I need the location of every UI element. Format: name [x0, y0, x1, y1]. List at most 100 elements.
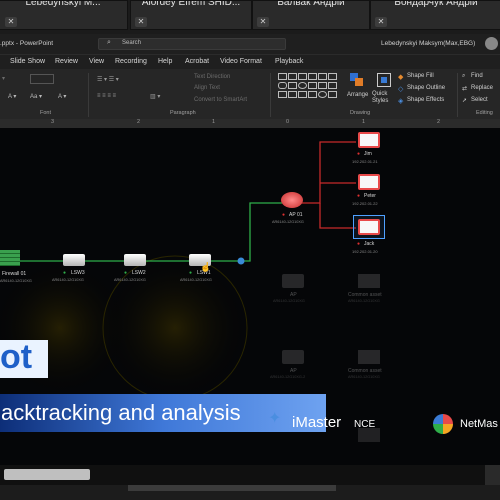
meeting-participant-strip: Lebedynskyi M... ✕ Alordey Efrem SHID...…	[0, 0, 500, 34]
replace-button[interactable]: Replace	[471, 85, 493, 91]
client-pc-icon	[358, 174, 380, 190]
find-icon[interactable]: ⌕	[462, 73, 465, 80]
netmaster-logo-text: NetMas	[460, 418, 498, 430]
tab-recording[interactable]: Recording	[115, 58, 147, 65]
switch-model: AR6140-12G10XG	[114, 278, 146, 282]
faded-node-sub: AR6140-12G10XG-2	[270, 375, 306, 379]
participant-tile[interactable]: Балвак Андрій ✕	[252, 0, 370, 30]
switch-icon	[124, 254, 146, 266]
arrange-button[interactable]: Arrange	[347, 92, 368, 98]
tab-playback[interactable]: Playback	[275, 58, 303, 65]
switch-name: LSW3	[71, 270, 85, 276]
slide-canvas[interactable]: ● Jim 192.202.01.21 ● Peter 192.202.01.2…	[0, 128, 500, 465]
select-icon[interactable]: ➚	[462, 97, 467, 104]
horizontal-scrollbar[interactable]	[0, 465, 500, 485]
shapes-gallery[interactable]	[278, 73, 340, 107]
participant-tile[interactable]: Alordey Efrem SHID... ✕	[130, 0, 252, 30]
text-direction-button[interactable]: Text Direction	[194, 74, 230, 80]
align-text-button[interactable]: Align Text	[194, 85, 220, 91]
quick-styles-icon[interactable]	[377, 73, 391, 87]
find-button[interactable]: Find	[471, 73, 483, 79]
participant-tile[interactable]: Lebedynskyi M... ✕	[0, 0, 128, 30]
status-bar	[0, 485, 500, 500]
ap-icon	[282, 350, 304, 364]
tab-video-format[interactable]: Video Format	[220, 58, 262, 65]
faded-node-sub: AR6140-12G10XG	[348, 299, 380, 303]
client-name: Jack	[364, 241, 375, 247]
search-placeholder: Search	[122, 40, 142, 46]
mouse-cursor-icon: ☝	[200, 262, 212, 272]
scroll-thumb[interactable]	[4, 469, 90, 480]
columns-icon[interactable]: ▥ ▾	[150, 93, 160, 100]
tab-review[interactable]: Review	[55, 58, 78, 65]
participant-tile[interactable]: Бондарчук Андрій ✕	[370, 0, 500, 30]
switch-name: LSW2	[132, 270, 146, 276]
arrange-icon[interactable]	[350, 73, 364, 89]
highlight-icon[interactable]: A ▾	[58, 93, 66, 100]
switch-model: AR6140-12G10XG	[180, 278, 212, 282]
client-name: Peter	[364, 193, 376, 199]
font-size-box[interactable]	[30, 74, 54, 84]
switch-icon	[63, 254, 85, 266]
selected-node-highlight[interactable]	[353, 215, 385, 239]
convert-smartart-button[interactable]: Convert to SmartArt	[194, 97, 247, 103]
ribbon-tabs: Slide Show Review View Recording Help Ac…	[0, 55, 500, 69]
font-color-icon[interactable]: A ▾	[8, 93, 16, 100]
mic-muted-icon: ✕	[5, 17, 17, 27]
participant-name: Балвак Андрій	[277, 0, 345, 8]
imaster-logo-text: iMaster	[292, 414, 342, 431]
align-icon[interactable]: ≡ ≡ ≡ ≡	[97, 93, 116, 99]
user-name: Lebedynskyi Maksym(Max,EBG)	[381, 40, 476, 47]
ribbon: ▾ A ▾ Aa ▾ A ▾ Font ☰ ▾ ☰ ▾ ≡ ≡ ≡ ≡ ▥ ▾ …	[0, 69, 500, 120]
font-size-dropdown[interactable]: ▾	[2, 75, 5, 82]
replace-icon[interactable]: ⇄	[462, 85, 467, 92]
participant-name: Бондарчук Андрій	[394, 0, 478, 8]
faded-node-sub: AR6140-12G10XG	[348, 375, 380, 379]
status-dot-icon: ●	[357, 241, 361, 247]
divider	[88, 73, 89, 117]
client-ip: 192.202.01.22	[352, 201, 378, 206]
select-button[interactable]: Select	[471, 97, 488, 103]
mic-muted-icon: ✕	[257, 17, 269, 27]
tab-slide-show[interactable]: Slide Show	[10, 58, 45, 65]
banner-title-text: acktracking and analysis	[1, 400, 241, 425]
shape-fill-button[interactable]: Shape Fill	[407, 73, 434, 79]
ruler-tick: 3	[51, 119, 55, 125]
banner-fragment: ot	[0, 338, 48, 378]
quick-styles-button[interactable]: Quick Styles	[372, 91, 398, 105]
ap-icon	[282, 274, 304, 288]
mic-muted-icon: ✕	[375, 17, 387, 27]
shape-fill-icon[interactable]: ◆	[398, 73, 403, 81]
client-ip: 192.202.01.21	[352, 159, 378, 164]
shape-outline-button[interactable]: Shape Outline	[407, 85, 445, 91]
asset-icon	[358, 428, 380, 442]
faded-node-sub: AR6140-12G10XG	[273, 299, 305, 303]
avatar[interactable]	[485, 37, 498, 50]
font-size-icon[interactable]: Aa ▾	[30, 93, 42, 100]
ruler-tick: 1	[362, 119, 366, 125]
tab-acrobat[interactable]: Acrobat	[185, 58, 209, 65]
tab-view[interactable]: View	[89, 58, 104, 65]
bullets-icon[interactable]: ☰ ▾ ☰ ▾	[97, 76, 119, 83]
firewall-name: Firewall 01	[2, 271, 27, 277]
status-bar-segment	[128, 485, 336, 491]
client-name: Jim	[364, 151, 372, 157]
divider	[270, 73, 271, 117]
vertical-scroll-arrow[interactable]	[485, 465, 500, 485]
shape-effects-button[interactable]: Shape Effects	[407, 97, 444, 103]
tab-help[interactable]: Help	[158, 58, 172, 65]
firewall-icon	[0, 250, 20, 266]
participant-name: Lebedynskyi M...	[25, 0, 101, 8]
faded-node-name: AP	[290, 368, 297, 374]
search-icon: ⌕	[107, 39, 111, 46]
shape-outline-icon[interactable]: ◇	[398, 85, 403, 93]
search-box[interactable]: ⌕ Search	[98, 38, 286, 50]
faded-node-name: Common asset	[348, 292, 382, 298]
group-label-drawing: Drawing	[350, 110, 371, 116]
switch-model: AR6140-12G10XG	[52, 278, 84, 282]
ruler-tick: 0	[286, 119, 290, 125]
shape-effects-icon[interactable]: ◈	[398, 97, 403, 105]
ruler-tick: 1	[212, 119, 216, 125]
ap-name: AP 01	[289, 212, 303, 218]
group-label-paragraph: Paragraph	[170, 110, 196, 116]
